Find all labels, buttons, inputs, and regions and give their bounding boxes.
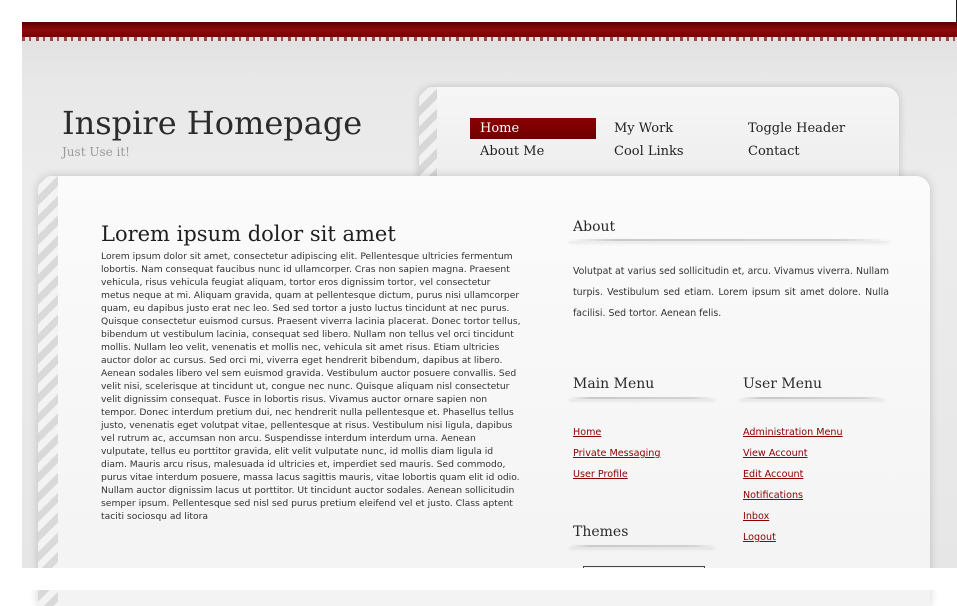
main-menu-list: Home Private Messaging User Profile — [573, 419, 660, 482]
viewport-left-edge — [0, 0, 22, 590]
article-heading: Lorem ipsum dolor sit amet — [101, 222, 396, 246]
list-item: Administration Menu — [743, 419, 843, 440]
main-menu-link-home[interactable]: Home — [573, 427, 601, 438]
about-block-title: About — [573, 219, 616, 235]
themes-block-title: Themes — [573, 524, 629, 540]
about-block-text: Volutpat at varius sed sollicitudin et, … — [573, 266, 889, 319]
themes-block-divider — [569, 545, 715, 547]
nav-home[interactable]: Home — [470, 118, 596, 139]
user-menu-link-notifications[interactable]: Notifications — [743, 490, 803, 501]
list-item: Private Messaging — [573, 440, 660, 461]
header-red-band — [22, 22, 957, 41]
nav-my-work[interactable]: My Work — [614, 118, 673, 139]
main-menu-link-private-messaging[interactable]: Private Messaging — [573, 448, 660, 459]
nav-contact[interactable]: Contact — [748, 141, 800, 162]
viewport-bottom-edge — [0, 568, 957, 590]
nav-about-me[interactable]: About Me — [480, 141, 544, 162]
user-menu-link-logout[interactable]: Logout — [743, 532, 776, 543]
article-body: Lorem ipsum dolor sit amet, consectetur … — [101, 251, 521, 522]
list-item: Notifications — [743, 482, 843, 503]
user-menu-link-inbox[interactable]: Inbox — [743, 511, 769, 522]
nav-toggle-header[interactable]: Toggle Header — [748, 118, 845, 139]
main-menu-title: Main Menu — [573, 376, 655, 392]
user-menu-list: Administration Menu View Account Edit Ac… — [743, 419, 843, 545]
list-item: Edit Account — [743, 461, 843, 482]
list-item: User Profile — [573, 461, 660, 482]
user-menu-divider — [739, 397, 885, 399]
list-item: Home — [573, 419, 660, 440]
user-menu-link-administration[interactable]: Administration Menu — [743, 427, 843, 438]
main-menu-divider — [569, 397, 715, 399]
user-menu-title: User Menu — [743, 376, 823, 392]
user-menu-link-view-account[interactable]: View Account — [743, 448, 808, 459]
main-menu-link-user-profile[interactable]: User Profile — [573, 469, 628, 480]
about-block-divider — [569, 239, 889, 241]
nav-cool-links[interactable]: Cool Links — [614, 141, 684, 162]
list-item: Logout — [743, 524, 843, 545]
site-slogan: Just Use it! — [62, 145, 131, 159]
decorative-stripes — [38, 176, 58, 606]
list-item: View Account — [743, 440, 843, 461]
user-menu-link-edit-account[interactable]: Edit Account — [743, 469, 803, 480]
site-title[interactable]: Inspire Homepage — [62, 104, 362, 142]
list-item: Inbox — [743, 503, 843, 524]
decorative-stripes — [419, 87, 437, 187]
